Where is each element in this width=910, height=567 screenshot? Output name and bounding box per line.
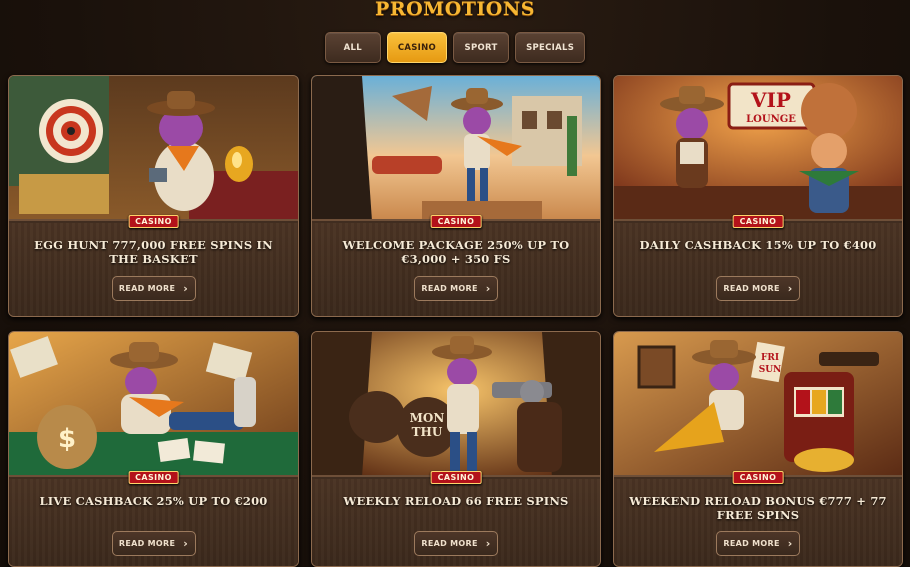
promo-image-welcome-package [312, 76, 600, 221]
category-badge: CASINO [430, 471, 482, 484]
category-badge: CASINO [732, 215, 784, 228]
filter-casino-button[interactable]: CASINO [386, 32, 448, 63]
promo-title: WELCOME PACKAGE 250% UP TO €3,000 + 350 … [342, 238, 570, 266]
read-more-button[interactable]: READ MORE › [111, 276, 196, 301]
fri-sign-text: FRI [761, 353, 779, 363]
read-more-label: READ MORE [723, 284, 780, 293]
category-badge: CASINO [732, 471, 784, 484]
promo-image-weekly-reload: MON THU [312, 332, 600, 477]
promo-card-weekend-reload[interactable]: FRI SUN CASINO WEEKEND RELOAD BONUS €777… [613, 331, 903, 567]
read-more-label: READ MORE [421, 539, 478, 548]
filter-specials-button[interactable]: SPECIALS [515, 32, 586, 63]
vip-sign-text: VIP [750, 88, 791, 112]
chevron-right-icon: › [787, 537, 793, 550]
category-badge: CASINO [128, 471, 179, 484]
promo-card-egg-hunt[interactable]: CASINO EGG HUNT 777,000 FREE SPINS IN TH… [8, 75, 299, 317]
chevron-right-icon: › [485, 282, 491, 295]
chevron-right-icon: › [183, 282, 189, 295]
promo-image-egg-hunt [9, 76, 298, 221]
promo-image-live-cashback: $ [9, 332, 298, 477]
sun-sign-text: SUN [759, 365, 782, 375]
promo-title: WEEKEND RELOAD BONUS €777 + 77 FREE SPIN… [629, 494, 887, 522]
promo-card-live-cashback[interactable]: $ CASINO LIVE CASHBACK 25% UP TO €200 RE… [8, 331, 299, 567]
read-more-button[interactable]: READ MORE › [414, 531, 498, 556]
read-more-button[interactable]: READ MORE › [716, 276, 800, 301]
promo-card-body [9, 223, 298, 316]
read-more-button[interactable]: READ MORE › [111, 531, 196, 556]
thu-sign-text: THU [412, 425, 443, 439]
promotions-grid: CASINO EGG HUNT 777,000 FREE SPINS IN TH… [8, 75, 903, 567]
promo-image-daily-cashback: VIP LOUNGE [614, 76, 902, 221]
read-more-label: READ MORE [421, 284, 478, 293]
read-more-label: READ MORE [118, 539, 176, 548]
promo-title: DAILY CASHBACK 15% UP TO €400 [639, 238, 877, 252]
chevron-right-icon: › [485, 537, 491, 550]
promo-title: WEEKLY RELOAD 66 FREE SPINS [343, 494, 569, 508]
read-more-button[interactable]: READ MORE › [716, 531, 800, 556]
read-more-button[interactable]: READ MORE › [414, 276, 498, 301]
category-badge: CASINO [430, 215, 482, 228]
lounge-sign-text: LOUNGE [746, 114, 796, 125]
promo-image-weekend-reload: FRI SUN [614, 332, 902, 477]
filter-sport-button[interactable]: SPORT [453, 32, 510, 63]
mon-sign-text: MON [410, 411, 445, 425]
promo-card-body [312, 223, 600, 316]
promo-card-weekly-reload[interactable]: MON THU CASINO WEEKLY RELOAD 66 FREE SPI… [311, 331, 601, 567]
promo-card-body [614, 223, 902, 316]
promo-title: EGG HUNT 777,000 FREE SPINS IN THE BASKE… [34, 238, 273, 266]
promo-card-daily-cashback[interactable]: VIP LOUNGE CASINO DAILY CASHBACK 15% UP … [613, 75, 903, 317]
filter-all-button[interactable]: ALL [324, 32, 381, 63]
chevron-right-icon: › [787, 282, 793, 295]
filter-bar: ALL CASINO SPORT SPECIALS [0, 32, 910, 63]
category-badge: CASINO [128, 215, 179, 228]
chevron-right-icon: › [183, 537, 189, 550]
promo-card-welcome-package[interactable]: CASINO WELCOME PACKAGE 250% UP TO €3,000… [311, 75, 601, 317]
page-title: PROMOTIONS [375, 0, 535, 20]
read-more-label: READ MORE [723, 539, 780, 548]
money-bag-symbol: $ [58, 424, 76, 454]
read-more-label: READ MORE [118, 284, 176, 293]
promo-title: LIVE CASHBACK 25% UP TO €200 [39, 494, 268, 508]
